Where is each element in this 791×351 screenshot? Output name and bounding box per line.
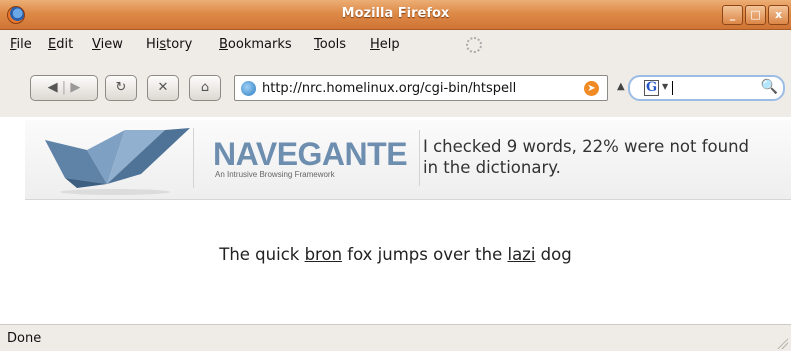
brand-tagline: An Intrusive Browsing Framework xyxy=(215,170,335,179)
reload-button[interactable]: ↻ xyxy=(105,75,137,101)
search-icon[interactable]: 🔍 xyxy=(761,79,778,95)
stop-button[interactable]: ✕ xyxy=(147,75,179,101)
navegante-banner: NAVEGANTE An Intrusive Browsing Framewor… xyxy=(25,120,791,200)
menu-history[interactable]: History xyxy=(146,37,192,52)
spellcheck-summary: I checked 9 words, 22% were not found in… xyxy=(423,137,750,177)
misspelled-word[interactable]: bron xyxy=(305,245,342,264)
reload-icon: ↻ xyxy=(115,80,127,95)
throbber-icon xyxy=(466,37,482,53)
window-title: Mozilla Firefox xyxy=(341,6,450,21)
feed-icon[interactable]: ➤ xyxy=(584,81,599,96)
home-button[interactable]: ⌂ xyxy=(189,75,221,101)
back-forward-buttons[interactable]: ◀ | ▶ xyxy=(30,75,98,101)
search-input[interactable] xyxy=(672,81,673,95)
title-bar: Mozilla Firefox _ □ x xyxy=(0,0,791,30)
brand-name: NAVEGANTE xyxy=(213,136,408,172)
sentence-text: The quick xyxy=(219,245,305,264)
sentence-text: dog xyxy=(535,245,572,264)
menu-help[interactable]: Help xyxy=(370,37,400,52)
url-dropdown-icon[interactable]: ▲ xyxy=(617,81,625,92)
minimize-button[interactable]: _ xyxy=(722,5,743,25)
google-search-engine-icon[interactable]: G xyxy=(644,80,659,96)
menu-tools[interactable]: Tools xyxy=(314,37,346,52)
site-globe-icon xyxy=(241,81,256,96)
menu-bookmarks[interactable]: Bookmarks xyxy=(219,37,292,52)
engine-chevron-down-icon[interactable]: ▼ xyxy=(662,82,668,91)
forward-arrow-icon[interactable]: ▶ xyxy=(70,80,80,95)
menu-view[interactable]: View xyxy=(92,37,123,52)
sentence-text: fox jumps over the xyxy=(342,245,508,264)
home-icon: ⌂ xyxy=(200,80,210,95)
maximize-button[interactable]: □ xyxy=(745,5,766,25)
back-arrow-icon[interactable]: ◀ xyxy=(48,80,58,95)
misspelled-word[interactable]: lazi xyxy=(507,245,535,264)
url-bar[interactable]: http://nrc.homelinux.org/cgi-bin/htspell… xyxy=(234,75,608,101)
stop-icon: ✕ xyxy=(157,80,169,95)
menu-bar: File Edit View History Bookmarks Tools H… xyxy=(0,31,791,57)
close-button[interactable]: x xyxy=(768,5,789,25)
paper-boat-logo-icon xyxy=(45,128,190,195)
resize-grip[interactable] xyxy=(776,337,788,349)
banner-divider-2 xyxy=(419,130,420,186)
menu-edit[interactable]: Edit xyxy=(48,37,73,52)
status-text: Done xyxy=(7,331,42,346)
search-bar[interactable]: G ▼ 🔍 xyxy=(628,75,785,101)
page-content: NAVEGANTE An Intrusive Browsing Framewor… xyxy=(0,117,791,324)
menu-file[interactable]: File xyxy=(10,37,32,52)
status-bar: Done xyxy=(0,324,791,351)
url-text[interactable]: http://nrc.homelinux.org/cgi-bin/htspell xyxy=(262,81,516,96)
checked-sentence: The quick bron fox jumps over the lazi d… xyxy=(0,245,791,264)
banner-divider xyxy=(193,128,194,188)
